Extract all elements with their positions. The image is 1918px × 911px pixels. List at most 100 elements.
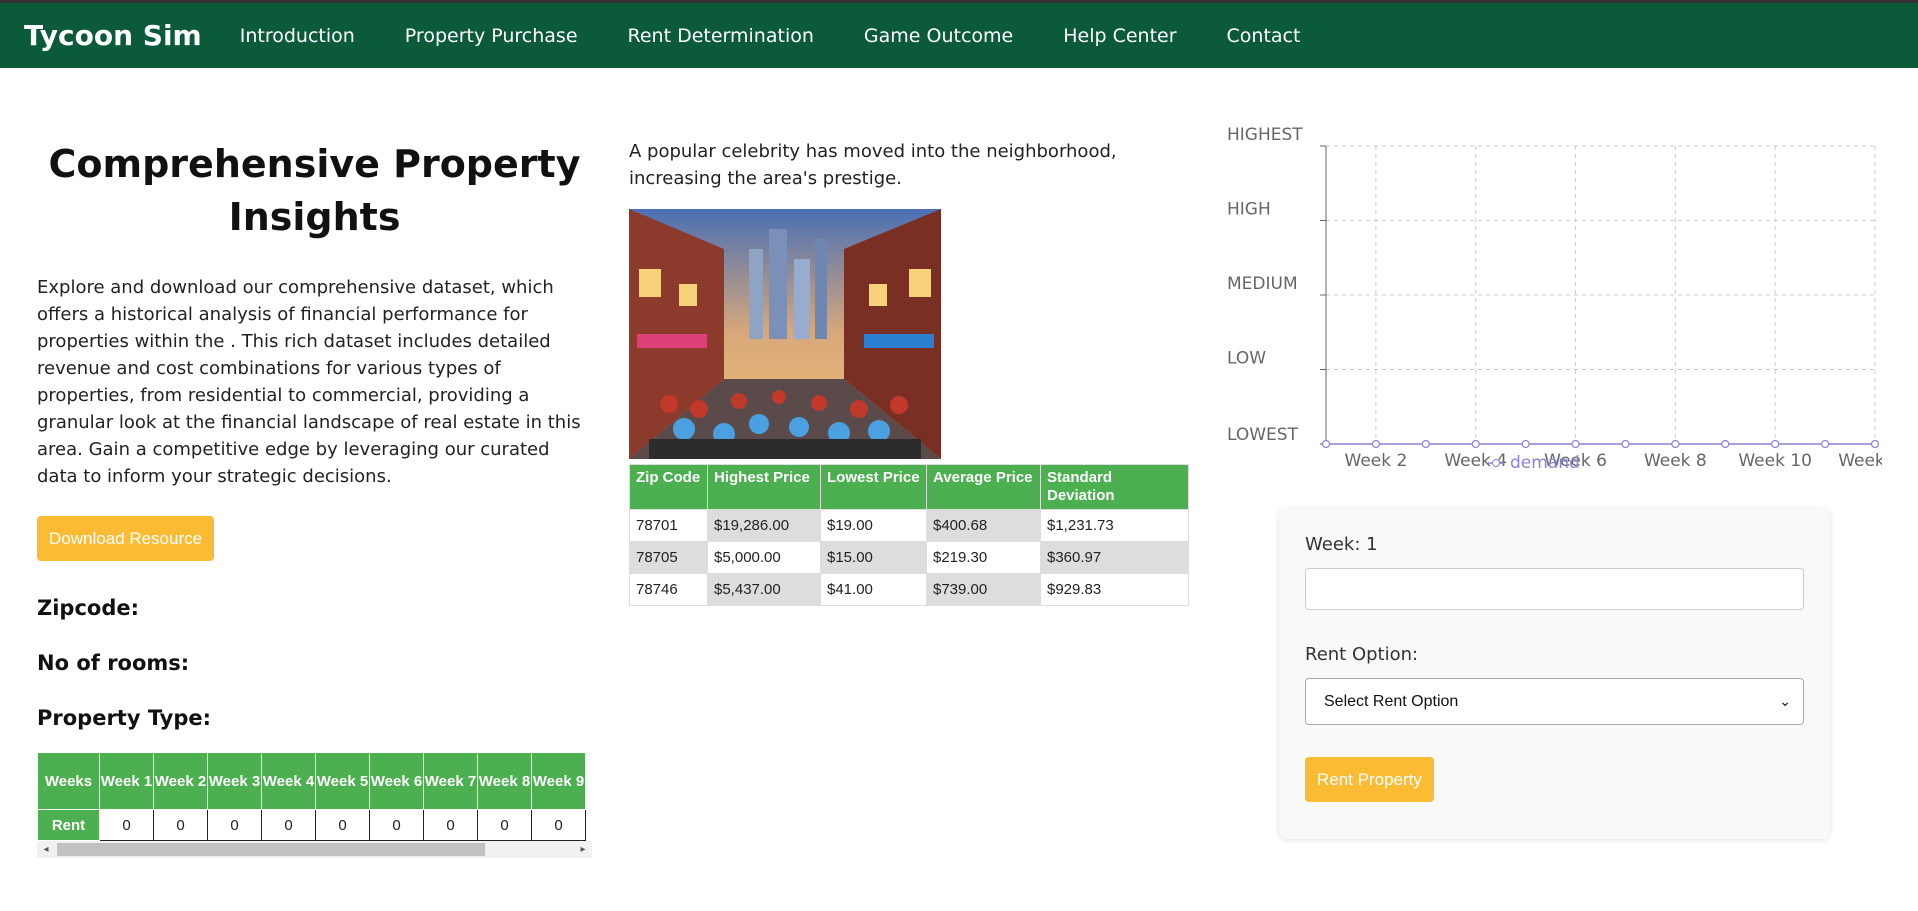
stats-cell: $15.00 <box>820 541 927 574</box>
stats-header: Lowest Price <box>820 464 927 510</box>
stats-cell: $19,286.00 <box>707 509 821 542</box>
rent-cell: 0 <box>315 809 370 841</box>
stats-header: Highest Price <box>707 464 821 510</box>
demand-point <box>1721 439 1730 449</box>
week-header: Week 8 <box>477 752 532 810</box>
rent-table-rent-row: Rent 0 0 0 0 0 0 0 0 0 <box>37 809 586 841</box>
week-header: Week 6 <box>369 752 424 810</box>
stats-header: Zip Code <box>629 464 708 510</box>
demand-point <box>1820 439 1830 449</box>
nav-rent-determination[interactable]: Rent Determination <box>628 25 814 47</box>
scrollbar-thumb[interactable] <box>57 843 485 856</box>
property-type-label: Property Type: <box>37 706 212 730</box>
stats-cell: $219.30 <box>926 541 1041 574</box>
week-header: Week 7 <box>423 752 478 810</box>
rent-table-viewport: Weeks Week 1 Week 2 Week 3 Week 4 Week 5… <box>37 752 592 841</box>
y-tick-label: HIGH <box>1227 200 1271 220</box>
legend-marker-icon <box>1492 459 1500 467</box>
stats-cell: $929.83 <box>1040 573 1189 606</box>
rent-option-select[interactable]: Select Rent Option ⌄ <box>1305 678 1804 725</box>
rent-cell: 0 <box>369 809 424 841</box>
zipcode-label: Zipcode: <box>37 596 140 620</box>
week-header: Week 4 <box>261 752 316 810</box>
nav-introduction[interactable]: Introduction <box>240 25 355 47</box>
rent-row-header: Rent <box>37 809 100 841</box>
week-header: Week 5 <box>315 752 370 810</box>
demand-point <box>1421 439 1430 449</box>
week-header: Week 9 <box>531 752 586 810</box>
dataset-description: Explore and download our comprehensive d… <box>37 277 581 487</box>
navbar: Tycoon Sim Introduction Property Purchas… <box>0 3 1918 68</box>
demand-point <box>1371 439 1381 449</box>
neighborhood-image <box>629 209 941 459</box>
demand-point <box>1571 439 1580 449</box>
nav-help-center[interactable]: Help Center <box>1063 25 1176 47</box>
demand-point <box>1671 439 1680 449</box>
x-tick-label: Week 12 <box>1838 451 1882 471</box>
x-tick-label: Week 2 <box>1345 451 1408 471</box>
brand-logo[interactable]: Tycoon Sim <box>24 19 202 52</box>
rent-cell: 0 <box>531 809 586 841</box>
x-tick-label: Week 8 <box>1644 451 1707 471</box>
x-tick-label: Week 10 <box>1738 451 1812 471</box>
chevron-down-icon: ⌄ <box>1779 693 1791 709</box>
demand-point <box>1870 439 1880 449</box>
nav-contact[interactable]: Contact <box>1227 25 1301 47</box>
demand-chart: LOWEST LOW MEDIUM HIGH HIGHEST Week 2 Week 4 We… <box>1222 110 1912 480</box>
stats-cell: $5,000.00 <box>707 541 821 574</box>
week-input[interactable] <box>1305 568 1804 610</box>
week-label: Week: 1 <box>1305 534 1378 555</box>
y-tick-label: MEDIUM <box>1227 274 1298 294</box>
stats-header-row: Zip Code Highest Price Lowest Price Aver… <box>629 464 1189 510</box>
rent-cell: 0 <box>207 809 262 841</box>
price-stats-table: Zip Code Highest Price Lowest Price Aver… <box>629 464 1189 606</box>
demand-point <box>1471 439 1480 449</box>
week-header: Week 2 <box>153 752 208 810</box>
stats-cell: 78701 <box>629 509 708 542</box>
rent-table-week-row: Weeks Week 1 Week 2 Week 3 Week 4 Week 5… <box>37 752 586 810</box>
rent-table: Weeks Week 1 Week 2 Week 3 Week 4 Week 5… <box>37 752 586 841</box>
nav-game-outcome[interactable]: Game Outcome <box>864 25 1013 47</box>
nav-property-purchase[interactable]: Property Purchase <box>405 25 578 47</box>
rent-cell: 0 <box>423 809 478 841</box>
rent-property-button[interactable]: Rent Property <box>1305 757 1434 802</box>
legend-label: demand <box>1510 453 1580 473</box>
stats-header: Average Price <box>926 464 1041 510</box>
rent-cell: 0 <box>261 809 316 841</box>
table-row: 78746 $5,437.00 $41.00 $739.00 $929.83 <box>629 573 1189 606</box>
news-event-text: A popular celebrity has moved into the n… <box>629 141 1117 189</box>
horizontal-scrollbar[interactable]: ◂ ▸ <box>37 841 592 858</box>
stats-cell: $5,437.00 <box>707 573 821 606</box>
demand-point <box>1521 439 1530 449</box>
week-header: Week 1 <box>99 752 154 810</box>
y-tick-label: LOWEST <box>1227 425 1299 445</box>
stats-cell: $19.00 <box>820 509 927 542</box>
rooms-label: No of rooms: <box>37 651 190 675</box>
stats-cell: $41.00 <box>820 573 927 606</box>
demand-chart-svg: LOWESTLOWMEDIUMHIGHHIGHESTWeek 2 Week 4 We… <box>1227 125 1912 473</box>
rent-cell: 0 <box>477 809 532 841</box>
stats-cell: $400.68 <box>926 509 1041 542</box>
demand-point <box>1321 439 1331 449</box>
week-header: Week 3 <box>207 752 262 810</box>
scroll-left-icon[interactable]: ◂ <box>39 841 53 858</box>
rent-form-card: Week: 1 Rent Option: Select Rent Option … <box>1279 508 1830 839</box>
weeks-row-header: Weeks <box>37 752 100 810</box>
page-title: Comprehensive Property Insights <box>48 142 581 239</box>
rent-cell: 0 <box>99 809 154 841</box>
insights-panel: Comprehensive Property Insights Explore … <box>37 138 592 858</box>
stats-cell: $360.97 <box>1040 541 1189 574</box>
demand-point <box>1771 439 1780 449</box>
download-resource-button[interactable]: Download Resource <box>37 516 215 561</box>
rent-option-selected: Select Rent Option <box>1324 692 1459 710</box>
market-panel: A popular celebrity has moved into the n… <box>629 138 1189 606</box>
rent-table-container: Weeks Week 1 Week 2 Week 3 Week 4 Week 5… <box>37 752 592 858</box>
y-tick-label: LOW <box>1227 349 1266 369</box>
stats-cell: $739.00 <box>926 573 1041 606</box>
scroll-right-icon[interactable]: ▸ <box>576 841 590 858</box>
rent-cell: 0 <box>153 809 208 841</box>
rent-option-label: Rent Option: <box>1305 644 1419 665</box>
demand-point <box>1621 439 1630 449</box>
stats-cell: 78746 <box>629 573 708 606</box>
table-row: 78701 $19,286.00 $19.00 $400.68 $1,231.7… <box>629 509 1189 542</box>
